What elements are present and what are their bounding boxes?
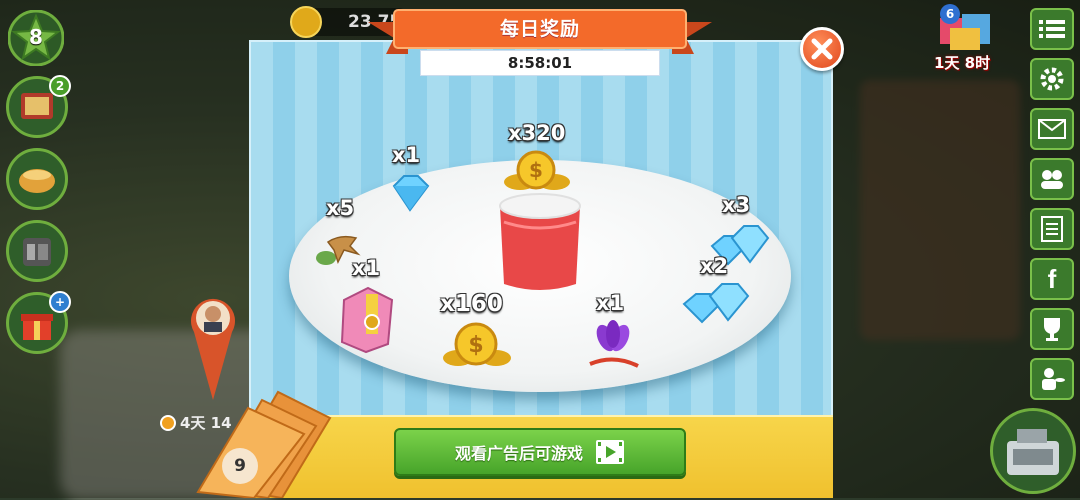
gift-icon [21,314,53,340]
reward-cup-icon [499,193,581,290]
menu-button[interactable] [1030,8,1074,50]
cooking-pot-button[interactable] [6,148,68,210]
recipe-book-button[interactable]: 2 [6,75,71,138]
video-play-icon [596,440,624,464]
settings-button[interactable] [1030,58,1074,100]
menu-icon [1039,20,1065,38]
reward-qty: x160 [440,291,503,317]
close-icon [811,38,833,60]
gear-icon [1040,67,1064,91]
trophy-button[interactable] [1030,308,1074,350]
coin-stack-icon: $ [504,150,570,190]
book-icon [21,93,53,119]
waiter-icon [1042,368,1065,390]
reward-qty: x1 [596,291,625,315]
gift-event-count: 6 [940,4,960,24]
pot-icon [19,169,55,193]
gift-button[interactable]: + [6,291,71,354]
phone-button[interactable] [6,220,68,282]
reward-qty: x3 [722,193,751,217]
facebook-button[interactable]: f [1030,258,1074,300]
svg-text:$: $ [468,333,483,358]
watch-ad-label: 观看广告后可游戏 [454,444,583,463]
level-number: 8 [29,25,43,49]
reward-countdown: 8:58:01 [420,50,660,76]
reward-qty: x1 [392,143,421,167]
cash-register-button[interactable] [990,408,1076,494]
notes-button[interactable] [1030,208,1074,250]
cash-register-icon [1007,429,1059,475]
mail-button[interactable] [1030,108,1074,150]
tea-bag-icon [340,286,394,354]
dialog-title: 每日奖励 [499,18,580,40]
coin-icon [290,6,322,38]
reward-qty: x1 [352,256,381,280]
reward-qty: x320 [508,121,566,145]
friends-button[interactable] [1030,158,1074,200]
diamond-icon [392,175,430,212]
facebook-icon: f [1047,263,1057,294]
saffron-flower-icon [589,320,639,368]
trophy-icon [1044,318,1060,341]
coin-stack-icon: $ [443,322,511,366]
notification-badge: 2 [49,75,71,97]
document-icon [1041,216,1063,242]
phone-icon [23,238,51,266]
staff-button[interactable] [1030,358,1074,400]
watch-ad-button[interactable]: 观看广告后可游戏 [394,428,686,476]
gift-event[interactable]: 6 1天 8时 [928,4,1004,74]
friends-icon [1041,170,1063,189]
envelope-icon [1038,119,1066,139]
add-badge: + [49,291,71,313]
ticket-count: 9 [222,448,258,484]
level-badge[interactable]: 8 [7,9,65,67]
reward-qty: x5 [326,196,355,220]
tickets-icon [196,390,332,498]
reward-qty: x2 [700,254,729,278]
close-button[interactable] [800,27,844,71]
svg-text:$: $ [529,158,543,182]
gift-event-time: 1天 8时 [934,54,991,72]
clock-icon [160,414,176,431]
diamonds-icon [682,283,750,324]
